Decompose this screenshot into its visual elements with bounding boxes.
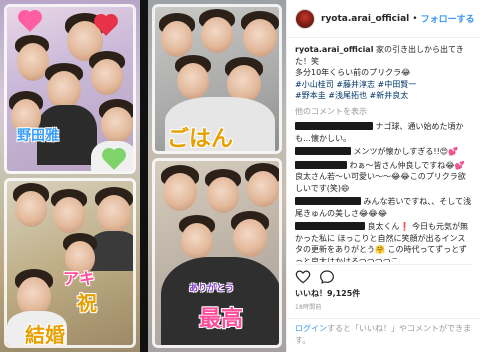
comment-item: みんな若いですね、、そして浅尾きゅんの美しさ😂😂😂	[295, 196, 472, 219]
sticker-text: 最高	[199, 307, 244, 332]
strip-divider	[140, 0, 148, 352]
comment-text: メンツが懐かしすぎる!!😍💕	[353, 147, 459, 156]
post-header: ryota.arai_official • フォローする	[287, 0, 480, 38]
hashtags[interactable]: #小山桂司 #藤井淳志 #中田賢一	[295, 80, 416, 89]
comments-section: ryota.arai_official 家の引き出しから出てきた！笑 多分10年…	[287, 40, 480, 262]
photo-strip-right: ごはん ありがとう 最高	[148, 0, 286, 352]
comment-item: わぁ〜皆さん仲良しですね😂💕良太さん若〜い可愛い〜〜😂😂このプリクラ欲しいです(…	[295, 160, 472, 195]
login-prompt: ログインすると「いいね！」やコメントができます。	[287, 318, 480, 352]
redacted-username	[295, 147, 351, 155]
comment-bubble-icon[interactable]	[319, 269, 335, 285]
photo-strip-left: 野田雅 アキ 祝 結婚	[0, 0, 140, 352]
post-photo[interactable]: 野田雅 アキ 祝 結婚 ごはん ありがとう 最高	[0, 0, 286, 352]
login-link[interactable]: ログイン	[295, 324, 327, 333]
photo-frame: アキ 祝 結婚	[4, 178, 136, 348]
heart-outline-icon[interactable]	[295, 269, 311, 285]
photo-frame: 野田雅	[4, 4, 136, 174]
caption-username[interactable]: ryota.arai_official	[295, 45, 373, 54]
load-more-comments-link[interactable]: 他のコメントを表示	[295, 106, 472, 118]
redacted-username	[295, 122, 373, 130]
photo-frame: ごはん	[152, 4, 282, 154]
sticker-text: ごはん	[167, 127, 234, 152]
redacted-username	[295, 160, 347, 169]
sticker-text: ありがとう	[189, 284, 235, 294]
redacted-username	[295, 197, 361, 205]
post-actions	[295, 264, 472, 284]
hashtags[interactable]: #野本圭 #浅尾拓也 #新井良太	[295, 91, 408, 100]
sticker-text: 野田雅	[17, 128, 59, 144]
post-panel: ryota.arai_official • フォローする ryota.arai_…	[286, 0, 480, 352]
avatar[interactable]	[295, 8, 315, 29]
comment-item: ナゴ球、通い始めた頃かも…懐かしい。	[295, 121, 472, 144]
caption: ryota.arai_official 家の引き出しから出てきた！笑 多分10年…	[295, 44, 472, 102]
redacted-username	[295, 222, 365, 230]
separator-dot: •	[412, 13, 418, 24]
sticker-text: 祝	[77, 291, 97, 315]
photo-frame: ありがとう 最高	[152, 158, 282, 348]
username-link[interactable]: ryota.arai_official	[321, 14, 409, 24]
comment-item: 良太くん❗ 今日も元気が無かった私に ほっこりと自然に笑顔が出るインスタの更新を…	[295, 221, 472, 262]
sticker-text: アキ	[63, 269, 96, 288]
post-timestamp[interactable]: 18時間前	[295, 302, 322, 311]
likes-count[interactable]: いいね！9,125件	[295, 288, 360, 299]
comment-item: メンツが懐かしすぎる!!😍💕	[295, 146, 472, 158]
sticker-text: 結婚	[25, 323, 65, 347]
follow-button[interactable]: フォローする	[421, 12, 475, 25]
caption-line: 多分10年くらい前のプリクラ😂	[295, 68, 411, 77]
